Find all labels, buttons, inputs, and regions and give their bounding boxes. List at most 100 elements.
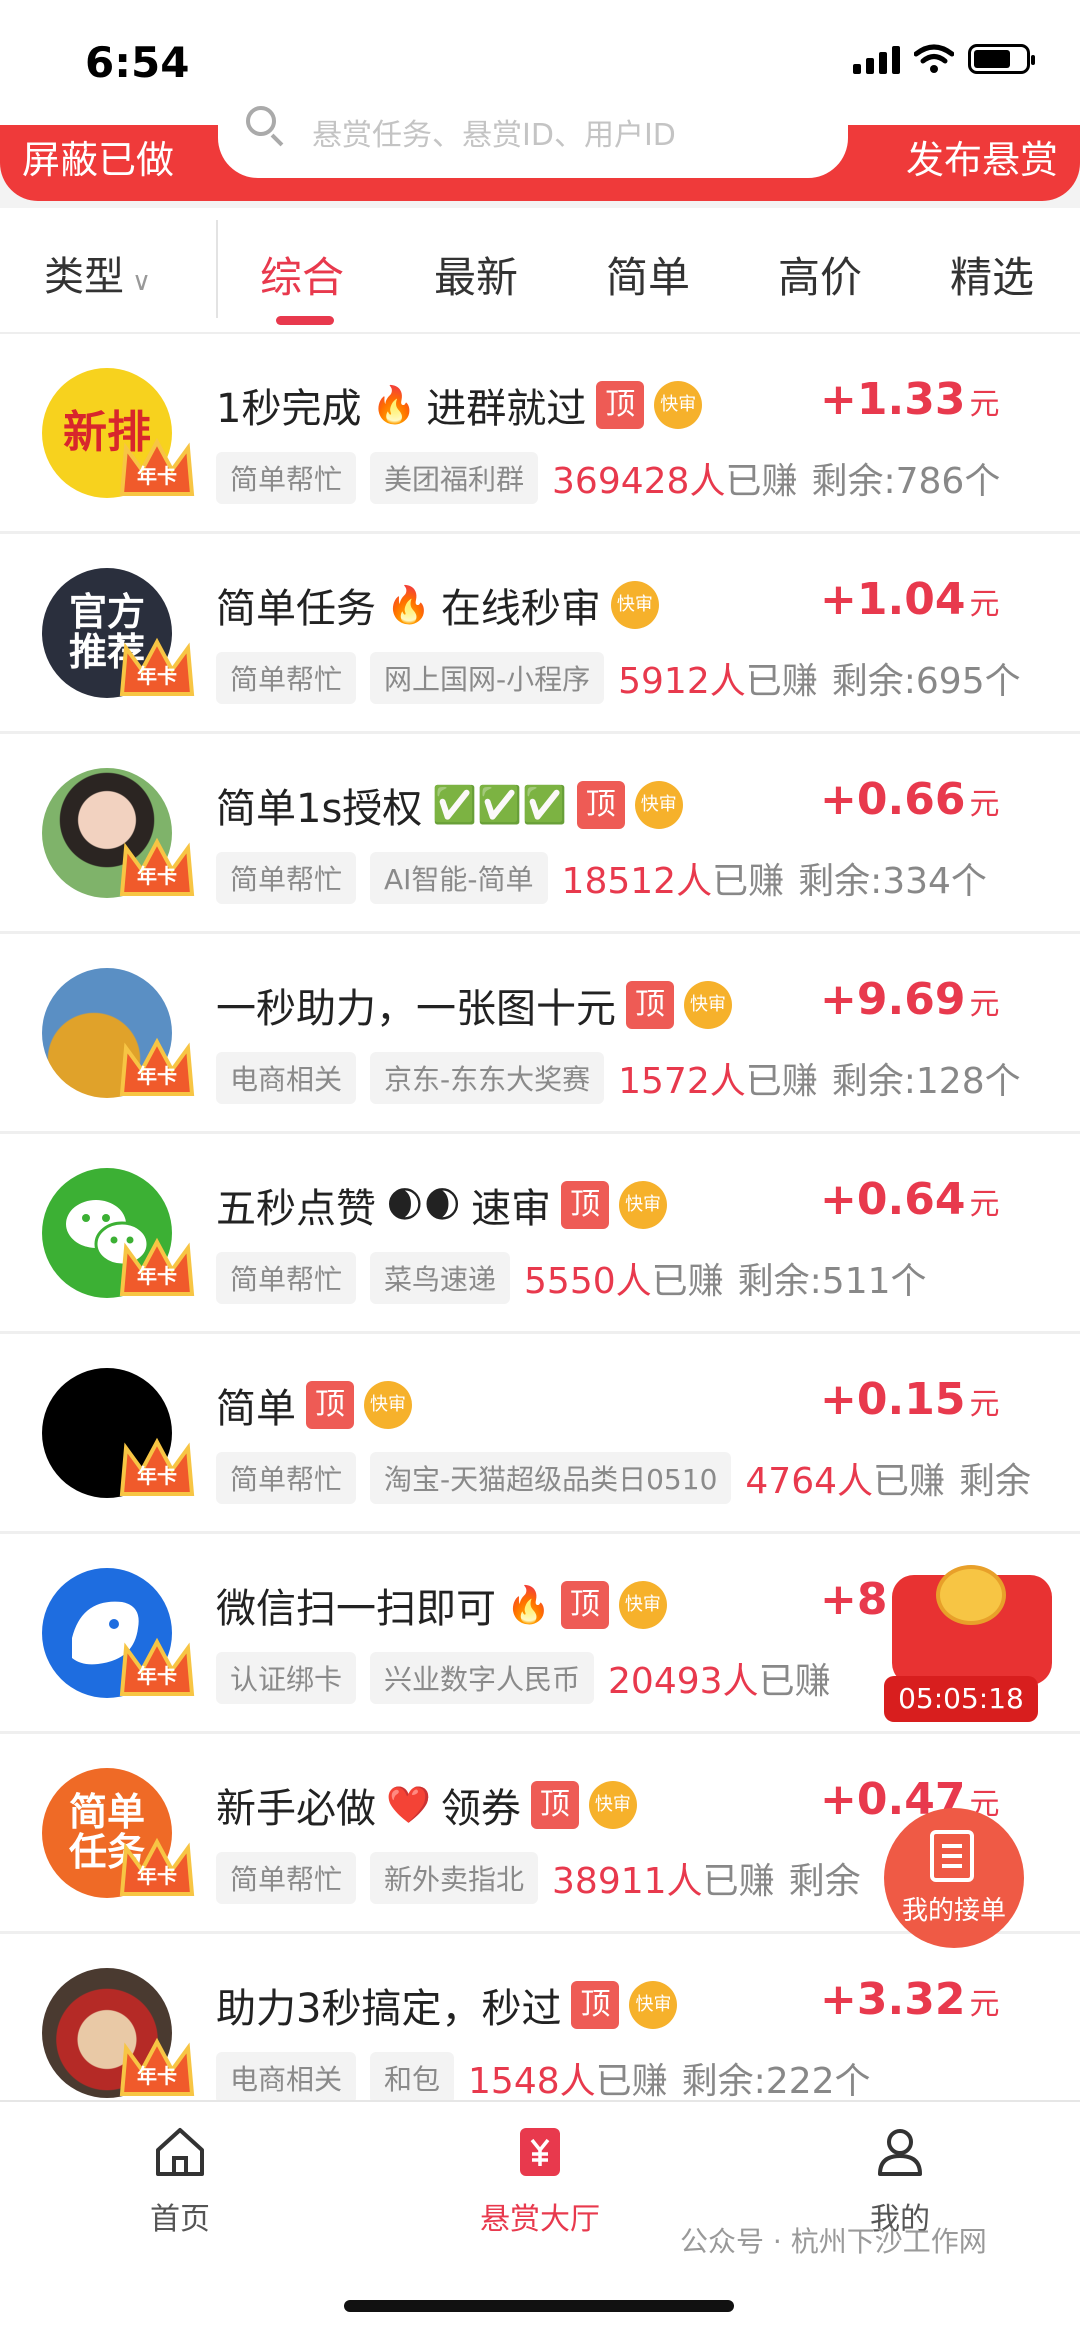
- reward-unit: 元: [969, 787, 1000, 822]
- task-row[interactable]: 新排 年卡 1秒完成 🔥 进群就过 顶 快审 +1.33 元 简单帮忙 美团福利群…: [0, 334, 1080, 534]
- type-filter-dropdown[interactable]: 类型 ∨: [44, 244, 151, 302]
- fast-review-badge: 快审: [618, 1581, 667, 1629]
- reward-unit: 元: [969, 387, 1000, 422]
- earned-number: 1572人: [618, 1061, 746, 1102]
- type-filter-label: 类型: [44, 254, 124, 300]
- earned-number: 38911人: [552, 1861, 703, 1902]
- reward-value: +0.66: [820, 774, 966, 825]
- hide-done-button[interactable]: 屏蔽已做: [22, 129, 174, 184]
- pinned-badge: 顶: [626, 981, 674, 1029]
- fast-review-badge: 快审: [588, 1781, 637, 1829]
- clipboard-icon: [930, 1830, 974, 1882]
- pinned-badge: 顶: [530, 1781, 579, 1829]
- pinned-badge: 顶: [306, 1381, 354, 1429]
- task-title-suffix: 领券: [440, 1786, 521, 1832]
- publish-reward-button[interactable]: 发布悬赏: [906, 129, 1058, 184]
- my-orders-label: 我的接单: [901, 1896, 1006, 1926]
- reward-value: +9.69: [820, 974, 966, 1025]
- active-tab-indicator: [276, 316, 334, 325]
- annual-card-label: 年卡: [137, 1464, 177, 1488]
- remaining-count: 剩余: [788, 1861, 861, 1902]
- task-row[interactable]: 官方推荐 年卡 简单任务 🔥 在线秒审 快审 +1.04 元 简单帮忙 网上国网-…: [0, 534, 1080, 734]
- reward-unit: 元: [969, 987, 1000, 1022]
- tab-latest[interactable]: 最新: [434, 244, 518, 305]
- fire-icon: 🔥: [371, 385, 417, 426]
- earned-count: 38911人已赚: [552, 1852, 775, 1904]
- category-tag: 电商相关: [216, 2052, 357, 2104]
- reward-amount: +9.69 元: [820, 974, 999, 1025]
- remaining-count: 剩余:695个: [831, 661, 1021, 702]
- nav-home[interactable]: 首页: [100, 2124, 260, 2238]
- tab-simple[interactable]: 简单: [606, 244, 690, 305]
- earned-count: 5550人已赚: [524, 1252, 724, 1304]
- task-title-suffix: 速审: [471, 1186, 552, 1232]
- coin-icon: [936, 1565, 1006, 1625]
- task-title: 一秒助力，一张图十元: [216, 986, 616, 1032]
- task-meta: 简单帮忙 新外卖指北 38911人已赚 剩余: [216, 1852, 861, 1904]
- fast-review-badge: 快审: [619, 1181, 668, 1229]
- category-tag: 认证绑卡: [216, 1652, 357, 1704]
- task-title-line: 一秒助力，一张图十元 顶 快审: [216, 976, 732, 1034]
- watermark: 公众号 · 杭州下沙工作网: [680, 2225, 987, 2258]
- remaining-count: 剩余: [959, 1461, 1032, 1502]
- task-row[interactable]: 年卡 简单1s授权 ✅✅✅ 顶 快审 +0.66 元 简单帮忙 AI智能-简单 1…: [0, 734, 1080, 934]
- project-tag: 和包: [370, 2052, 455, 2104]
- reward-amount: +3.32 元: [820, 1974, 999, 2025]
- my-orders-button[interactable]: 我的接单: [884, 1808, 1024, 1948]
- task-meta: 电商相关 和包 1548人已赚 剩余:222个: [216, 2052, 871, 2104]
- task-title-suffix: 进群就过: [426, 386, 587, 432]
- task-title: 新手必做: [216, 1786, 376, 1832]
- remaining-count: 剩余:128个: [831, 1061, 1021, 1102]
- reward-value: +0.15: [820, 1374, 966, 1425]
- fast-review-badge: 快审: [634, 781, 683, 829]
- category-tag: 电商相关: [216, 1052, 357, 1104]
- task-title: 简单任务: [216, 586, 376, 632]
- task-row[interactable]: 年卡 简单 顶 快审 +0.15 元 简单帮忙 淘宝-天猫超级品类日0510 47…: [0, 1334, 1080, 1534]
- search-input[interactable]: 悬赏任务、悬赏ID、用户ID: [218, 100, 848, 178]
- earned-suffix: 已赚: [758, 1661, 831, 1702]
- task-row[interactable]: 年卡 五秒点赞 🌒🌒 速审 顶 快审 +0.64 元 简单帮忙 菜鸟速递 5550…: [0, 1134, 1080, 1334]
- search-icon: [246, 106, 276, 136]
- task-title-suffix: 在线秒审: [440, 586, 601, 632]
- earned-number: 20493人: [608, 1661, 759, 1702]
- tab-featured[interactable]: 精选: [950, 244, 1034, 305]
- task-title: 微信扫一扫即可: [216, 1586, 496, 1632]
- yuan-icon: [520, 2128, 560, 2176]
- task-title: 简单: [216, 1386, 296, 1432]
- earned-suffix: 已赚: [873, 1461, 946, 1502]
- task-meta: 认证绑卡 兴业数字人民币 20493人已赚: [216, 1652, 845, 1704]
- category-tag: 简单帮忙: [216, 452, 357, 504]
- project-tag: 菜鸟速递: [370, 1252, 511, 1304]
- project-tag: AI智能-简单: [370, 852, 548, 904]
- earned-suffix: 已赚: [651, 1261, 724, 1302]
- nav-home-label: 首页: [150, 2202, 210, 2237]
- task-meta: 简单帮忙 淘宝-天猫超级品类日0510 4764人已赚 剩余: [216, 1452, 1031, 1504]
- nav-reward-hall[interactable]: 悬赏大厅: [460, 2124, 620, 2238]
- tab-high-price[interactable]: 高价: [778, 244, 862, 305]
- countdown-timer: 05:05:18: [884, 1676, 1038, 1722]
- tab-comprehensive[interactable]: 综合: [260, 244, 344, 305]
- reward-value: +1.33: [820, 374, 966, 425]
- annual-card-label: 年卡: [137, 2064, 177, 2088]
- annual-card-label: 年卡: [137, 1264, 177, 1288]
- task-title-line: 新手必做 ❤️ 领券 顶 快审: [216, 1776, 637, 1834]
- fast-review-badge: 快审: [364, 1381, 412, 1429]
- task-title: 五秒点赞: [216, 1186, 376, 1232]
- project-tag: 新外卖指北: [370, 1852, 539, 1904]
- earned-number: 369428人: [552, 461, 726, 502]
- task-row[interactable]: 年卡 一秒助力，一张图十元 顶 快审 +9.69 元 电商相关 京东-东东大奖赛 …: [0, 934, 1080, 1134]
- earned-count: 1572人已赚: [618, 1052, 818, 1104]
- annual-card-label: 年卡: [137, 1864, 177, 1888]
- annual-card-label: 年卡: [137, 1064, 177, 1088]
- task-meta: 简单帮忙 网上国网-小程序 5912人已赚 剩余:695个: [216, 652, 1021, 704]
- category-tag: 简单帮忙: [216, 1852, 357, 1904]
- earned-number: 5912人: [618, 661, 746, 702]
- earned-count: 369428人已赚: [552, 452, 797, 504]
- pinned-badge: 顶: [571, 1981, 620, 2029]
- task-meta: 电商相关 京东-东东大奖赛 1572人已赚 剩余:128个: [216, 1052, 1021, 1104]
- task-title-line: 简单任务 🔥 在线秒审 快审: [216, 576, 659, 634]
- task-title: 简单1s授权: [216, 786, 423, 832]
- reward-unit: 元: [969, 1187, 1000, 1222]
- fast-review-badge: 快审: [654, 381, 703, 429]
- reward-amount: +1.04 元: [820, 574, 999, 625]
